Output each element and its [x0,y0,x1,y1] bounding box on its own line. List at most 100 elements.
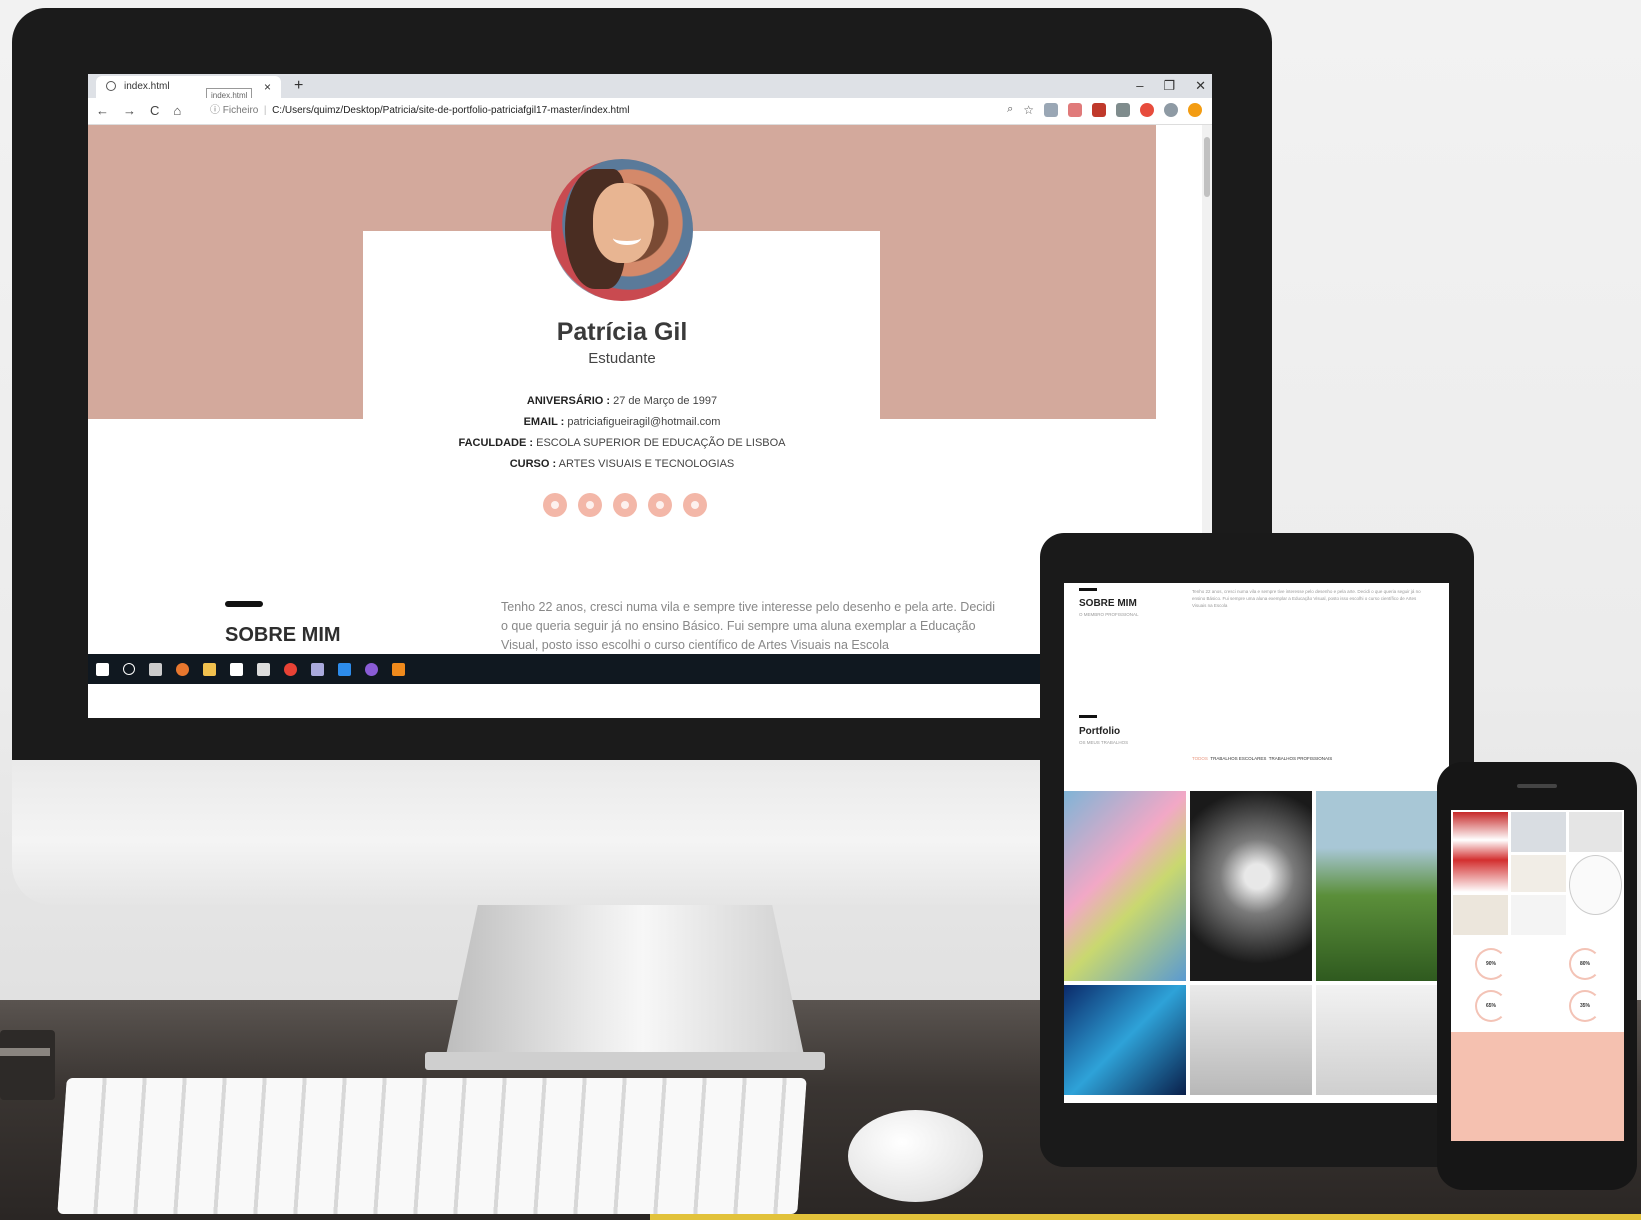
about-title: SOBRE MIM [225,624,341,646]
tablet-device: SOBRE MIM O MEMBRO PROFISSIONAL Tenho 22… [1040,533,1474,1167]
search-icon[interactable] [123,663,135,675]
update-icon[interactable] [1188,103,1202,117]
facebook-icon[interactable] [648,493,672,517]
phone-footer [1451,1032,1624,1141]
course-line: CURSO : ARTES VISUAIS E TECNOLOGIAS [88,458,1156,470]
address-bar[interactable]: ⓘ Ficheiro | C:/Users/quimz/Desktop/Patr… [210,102,629,120]
forward-button[interactable]: → [123,98,136,124]
browser-tabbar: index.html × index.html + – ❐ ✕ [88,74,1212,103]
profile-name: Patrícia Gil [556,318,688,346]
books [0,1030,55,1100]
faculty-value: ESCOLA SUPERIOR DE EDUCAÇÃO DE LISBOA [533,437,786,449]
linkedin-icon[interactable] [578,493,602,517]
about-text: Tenho 22 anos, cresci numa vila e sempre… [501,600,996,652]
avatar-face [593,183,653,263]
minimize-button[interactable]: – [1136,74,1143,98]
course-value: ARTES VISUAIS E TECNOLOGIAS [556,458,735,470]
phone-portfolio-item[interactable] [1569,812,1622,852]
site-info-icon[interactable]: ⓘ Ficheiro [210,105,258,116]
chrome-icon[interactable] [284,662,297,676]
extension-icons: ⌕ ☆ [1007,103,1202,117]
portfolio-item[interactable] [1190,985,1312,1095]
phone-portfolio-item[interactable] [1569,855,1622,915]
profile-avatar-icon[interactable] [1164,103,1178,117]
window-controls: – ❐ ✕ [1136,74,1206,98]
filter-pro[interactable]: TRABALHOS PROFISSIONAIS [1269,756,1333,761]
portfolio-item[interactable] [1316,985,1438,1095]
extension-icon[interactable] [1068,103,1082,117]
back-button[interactable]: ← [96,98,109,124]
home-button[interactable]: ⌂ [173,98,181,124]
phone-screen: 90% 80% 65% 35% [1451,810,1624,1141]
tablet-about-accent [1079,588,1097,591]
tab-close-button[interactable]: × [264,76,271,98]
phone-portfolio-item[interactable] [1453,895,1508,935]
scrollbar-thumb[interactable] [1204,137,1210,197]
mouse [848,1110,983,1202]
birthday-line: ANIVERSÁRIO : 27 de Março de 1997 [88,395,1156,407]
new-tab-button[interactable]: + [294,74,303,98]
store-icon[interactable] [230,662,243,676]
phone-speaker [1517,784,1557,788]
skill-ring: 90% [1475,948,1507,980]
portfolio-item[interactable] [1064,791,1186,981]
notepad-icon[interactable] [311,662,324,676]
mail-icon[interactable] [257,662,270,676]
phone-portfolio-item[interactable] [1511,895,1566,935]
restore-button[interactable]: ❐ [1163,74,1175,98]
address-url: C:/Users/quimz/Desktop/Patricia/site-de-… [272,105,630,116]
faculty-line: FACULDADE : ESCOLA SUPERIOR DE EDUCAÇÃO … [88,437,1156,449]
firefox-icon[interactable] [176,662,189,676]
tablet-portfolio-title: Portfolio [1079,726,1121,737]
photoshop-icon[interactable] [338,662,351,676]
behance-icon[interactable] [613,493,637,517]
instagram-icon[interactable] [543,493,567,517]
portfolio-item[interactable] [1316,791,1438,981]
tablet-about-title: SOBRE MIM [1079,598,1137,609]
portfolio-item[interactable] [1064,985,1186,1095]
skill-ring: 65% [1475,990,1507,1022]
file-explorer-icon[interactable] [203,662,216,676]
phone-device: 90% 80% 65% 35% [1437,762,1637,1190]
nav-buttons: ← → C ⌂ [96,98,181,124]
email-value[interactable]: patriciafigueiragil@hotmail.com [564,416,720,428]
app-icon[interactable] [365,662,378,676]
browser-tab[interactable]: index.html × [96,76,281,98]
phone-portfolio-item[interactable] [1511,812,1566,852]
tablet-portfolio-grid [1064,791,1449,1103]
extension-icon[interactable] [1140,103,1154,117]
extension-icon[interactable] [1116,103,1130,117]
imac-stand [445,890,805,1060]
illustrator-icon[interactable] [392,662,405,676]
keyboard [57,1078,807,1214]
bookmark-star-icon[interactable]: ☆ [1023,103,1034,117]
skill-ring: 35% [1569,990,1601,1022]
reload-button[interactable]: C [150,98,159,124]
birthday-value: 27 de Março de 1997 [610,395,718,407]
course-label: CURSO : [509,458,557,470]
tablet-about-sub: O MEMBRO PROFISSIONAL [1079,612,1139,617]
extension-icon[interactable] [1044,103,1058,117]
phone-portfolio-item[interactable] [1511,855,1566,892]
globe-icon [106,81,116,91]
windows-start-icon[interactable] [96,662,109,676]
profile-avatar [551,159,693,301]
avatar-smile [613,231,641,245]
tablet-about-text: Tenho 22 anos, cresci numa vila e sempre… [1192,589,1421,608]
skill-ring: 80% [1569,948,1601,980]
email-line: EMAIL : patriciafigueiragil@hotmail.com [88,416,1156,428]
extension-icon[interactable] [1092,103,1106,117]
tablet-screen: SOBRE MIM O MEMBRO PROFISSIONAL Tenho 22… [1064,583,1449,1103]
portfolio-item[interactable] [1190,791,1312,981]
close-window-button[interactable]: ✕ [1195,74,1206,98]
filter-all[interactable]: TODOS [1192,756,1208,761]
phone-portfolio-item[interactable] [1453,812,1508,892]
twitter-icon[interactable] [683,493,707,517]
tablet-portfolio-accent [1079,715,1097,718]
birthday-label: ANIVERSÁRIO : [526,395,611,407]
task-view-icon[interactable] [149,662,162,676]
filter-school[interactable]: TRABALHOS ESCOLARES [1210,756,1266,761]
social-links [543,493,707,517]
zoom-icon[interactable]: ⌕ [1007,103,1013,117]
browser-toolbar: ← → C ⌂ ⓘ Ficheiro | C:/Users/quimz/Desk… [88,98,1212,125]
